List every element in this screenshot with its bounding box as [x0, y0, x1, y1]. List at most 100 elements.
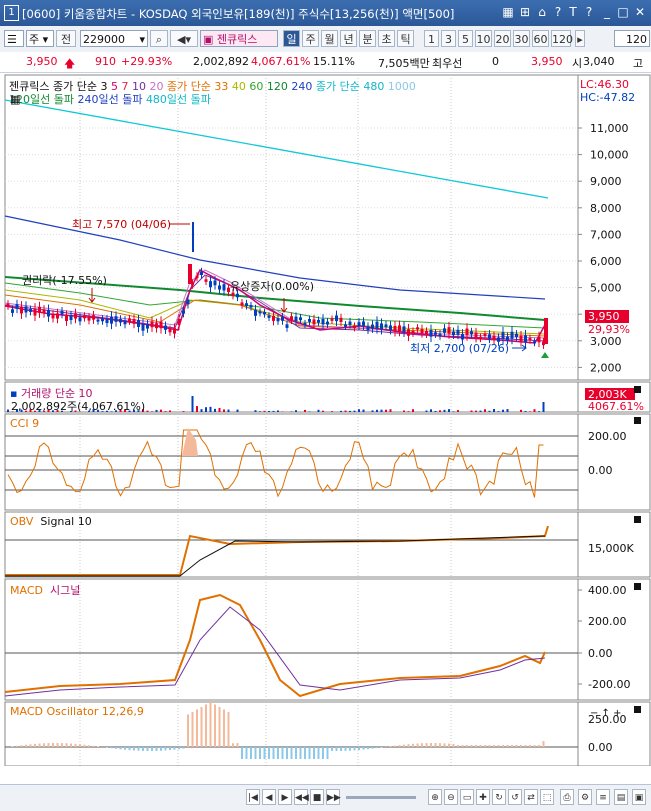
osc-bar [160, 747, 162, 751]
interval-button[interactable]: 20 [494, 30, 511, 47]
chart-area[interactable]: 11,00010,0009,0008,0007,0006,0005,0004,0… [0, 73, 651, 766]
osc-bar [259, 747, 261, 759]
interval-button[interactable]: 60 [532, 30, 549, 47]
scroll-first-icon[interactable]: |◀ [246, 789, 260, 805]
help2-icon[interactable]: ? [582, 5, 596, 19]
table-icon[interactable]: ▤ [614, 789, 628, 805]
calendar-icon[interactable]: ▦ [10, 94, 24, 106]
panel-control-icon [634, 516, 641, 523]
cross-icon[interactable]: ✚ [476, 789, 490, 805]
osc-bar [138, 747, 140, 751]
candle-body [128, 318, 131, 321]
period-button[interactable]: 주 [302, 30, 319, 47]
volume-bar [219, 408, 221, 412]
list-icon[interactable]: ≡ [596, 789, 610, 805]
volume-bar [214, 409, 216, 412]
code-input[interactable]: 229000▾ [80, 30, 148, 47]
interval-button[interactable]: 5 [458, 30, 473, 47]
period-button[interactable]: 년 [340, 30, 357, 47]
osc-bar [232, 743, 234, 747]
stock-type-select[interactable]: 주 ▾ [26, 30, 54, 47]
volume-bar [372, 410, 374, 412]
text-icon[interactable]: T [566, 5, 580, 19]
high-annotation: 최고 7,570 (04/06) [72, 218, 171, 231]
volume-bar [484, 409, 486, 412]
interval-scroll-arrow[interactable]: ▸ [575, 30, 585, 47]
grid-icon[interactable]: ▦ [501, 5, 515, 19]
interval-button[interactable]: 120 [551, 30, 571, 47]
play-icon[interactable]: ▶▶ [326, 789, 340, 805]
candle-body [434, 332, 437, 334]
osc-bar [475, 745, 477, 747]
volume-bar [304, 410, 306, 412]
bottom-bar: |◀ ◀ ▶ ◀◀ ■ ▶▶ ⊕ ⊖ ▭ ✚ ↻ ↺ ⇄ ⬚ ⎙ ⚙ ≡ ▤ ▣ [0, 784, 651, 811]
window-icon[interactable]: ▣ [632, 789, 646, 805]
zoom-in-icon[interactable]: ⊕ [428, 789, 442, 805]
interval-button[interactable]: 3 [441, 30, 456, 47]
osc-bar [183, 747, 185, 749]
indicator-select[interactable]: ▣ 젠큐릭스 [200, 30, 278, 47]
zoom-slider[interactable] [346, 796, 416, 799]
interval-button[interactable]: 30 [513, 30, 530, 47]
candle-body [299, 317, 302, 320]
volume-pct: 4,067.61% [251, 55, 310, 68]
help-icon[interactable]: ? [551, 5, 565, 19]
stop-icon[interactable]: ■ [310, 789, 324, 805]
candle-body [56, 313, 59, 318]
candle-body [79, 317, 82, 321]
osc-bar [273, 747, 275, 759]
minimize-icon[interactable]: _ [600, 5, 614, 19]
period-button[interactable]: 분 [359, 30, 376, 47]
candle-body [371, 325, 374, 329]
search-icon[interactable]: ⌕ [150, 30, 168, 47]
candle-body [133, 319, 136, 324]
candle-body [520, 336, 523, 342]
speaker-icon[interactable]: ◀▾ [170, 30, 198, 47]
menu-button[interactable]: ☰ [4, 30, 24, 47]
interval-button[interactable]: 10 [475, 30, 492, 47]
candle-body [322, 319, 325, 324]
select-icon[interactable]: ⬚ [540, 789, 554, 805]
volume-bar [160, 410, 162, 412]
period-button[interactable]: 틱 [397, 30, 414, 47]
osc-bar [21, 745, 23, 747]
scroll-prev-icon[interactable]: ◀ [262, 789, 276, 805]
period-button[interactable]: 초 [378, 30, 395, 47]
candle-body [196, 276, 199, 279]
candle-body [389, 325, 392, 330]
print-icon[interactable]: ⎙ [560, 789, 574, 805]
osc-bar [34, 744, 36, 747]
obv-signal-label: Signal 10 [40, 515, 91, 528]
scroll-next-icon[interactable]: ▶ [278, 789, 292, 805]
period-button[interactable]: 일 [283, 30, 300, 47]
screen-number[interactable]: 1 [4, 5, 19, 21]
fit-icon[interactable]: ▭ [460, 789, 474, 805]
rewind-icon[interactable]: ◀◀ [294, 789, 308, 805]
osc-bar [300, 747, 302, 759]
zoom-out-icon[interactable]: ⊖ [444, 789, 458, 805]
legend-item: 120 [267, 80, 292, 93]
period-button[interactable]: 월 [321, 30, 338, 47]
interval-button[interactable]: 1 [424, 30, 439, 47]
link-icon[interactable]: ⇄ [524, 789, 538, 805]
undo-icon[interactable]: ↺ [508, 789, 522, 805]
panel-frame [5, 579, 578, 700]
volume-bar [322, 411, 324, 412]
market-button[interactable]: 전 [56, 30, 76, 47]
volume-bar [453, 411, 455, 412]
lock-icon[interactable]: ⌂ [535, 5, 549, 19]
osc-bar [66, 743, 68, 747]
price-tick-label: 8,000 [590, 202, 622, 215]
volume-bar [259, 411, 261, 412]
redo-icon[interactable]: ↻ [492, 789, 506, 805]
close-icon[interactable]: ✕ [633, 5, 647, 19]
candle-body [362, 321, 365, 325]
grid2-icon[interactable]: ⊞ [518, 5, 532, 19]
count-input[interactable]: 120 [614, 30, 650, 47]
osc-bar [507, 745, 509, 747]
maximize-icon[interactable]: □ [616, 5, 630, 19]
settings-icon[interactable]: ⚙ [578, 789, 592, 805]
osc-tick-label: 0.00 [588, 741, 613, 754]
osc-bar [48, 743, 50, 747]
chevron-down-icon[interactable]: ▾ [139, 31, 145, 48]
